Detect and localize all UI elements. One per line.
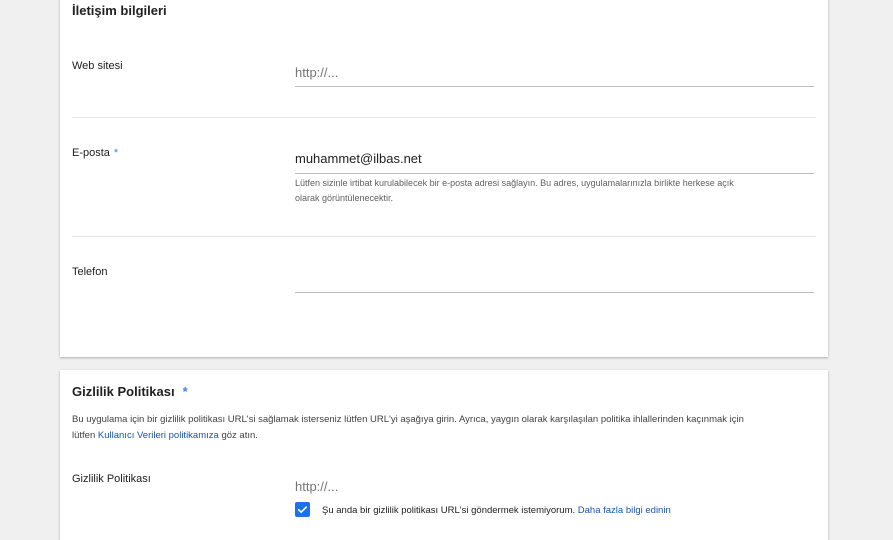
privacy-policy-field-label: Gizlilik Politikası <box>72 473 151 485</box>
website-label: Web sitesi <box>72 60 123 72</box>
phone-input-underline <box>295 292 814 293</box>
checkmark-icon <box>297 506 308 514</box>
contact-info-card: İletişim bilgileri Web sitesi http://...… <box>60 0 828 357</box>
phone-input[interactable] <box>295 268 814 290</box>
email-help-line: olarak görüntülenecektir. <box>295 193 394 203</box>
divider <box>72 236 816 237</box>
checkbox-label-text: Şu anda bir gizlilik politikası URL'si g… <box>322 505 576 516</box>
user-data-policy-link[interactable]: Kullanıcı Verileri politikamıza <box>98 430 219 441</box>
contact-section-title: İletişim bilgileri <box>72 3 167 18</box>
email-help-line: Lütfen sizinle irtibat kurulabilecek bir… <box>295 178 734 188</box>
privacy-desc-line: Bu uygulama için bir gizlilik politikası… <box>72 414 744 425</box>
privacy-desc-line: lütfen Kullanıcı Verileri politikamıza g… <box>72 428 817 444</box>
phone-label: Telefon <box>72 266 108 278</box>
email-input-underline <box>295 173 814 174</box>
website-input-underline <box>295 86 814 87</box>
privacy-section-title: Gizlilik Politikası * <box>72 384 188 399</box>
email-help-text: Lütfen sizinle irtibat kurulabilecek bir… <box>295 176 815 206</box>
privacy-description: Bu uygulama için bir gizlilik politikası… <box>72 412 817 444</box>
required-mark: * <box>113 147 119 159</box>
email-label-text: E-posta <box>72 147 110 159</box>
divider <box>72 117 816 118</box>
learn-more-link[interactable]: Daha fazla bilgi edinin <box>578 505 671 516</box>
privacy-policy-url-input[interactable]: http://... <box>295 479 338 494</box>
privacy-policy-card: Gizlilik Politikası * Bu uygulama için bi… <box>60 370 828 540</box>
website-input[interactable]: http://... <box>295 65 338 80</box>
privacy-desc-prefix: lütfen <box>72 430 98 441</box>
no-privacy-url-checkbox[interactable] <box>295 502 310 517</box>
email-label: E-posta * <box>72 147 118 159</box>
privacy-title-text: Gizlilik Politikası <box>72 384 175 399</box>
privacy-desc-suffix: göz atın. <box>218 430 258 441</box>
required-mark: * <box>182 384 188 399</box>
email-input[interactable]: muhammet@ilbas.net <box>295 151 422 166</box>
no-privacy-url-label: Şu anda bir gizlilik politikası URL'si g… <box>322 505 671 516</box>
